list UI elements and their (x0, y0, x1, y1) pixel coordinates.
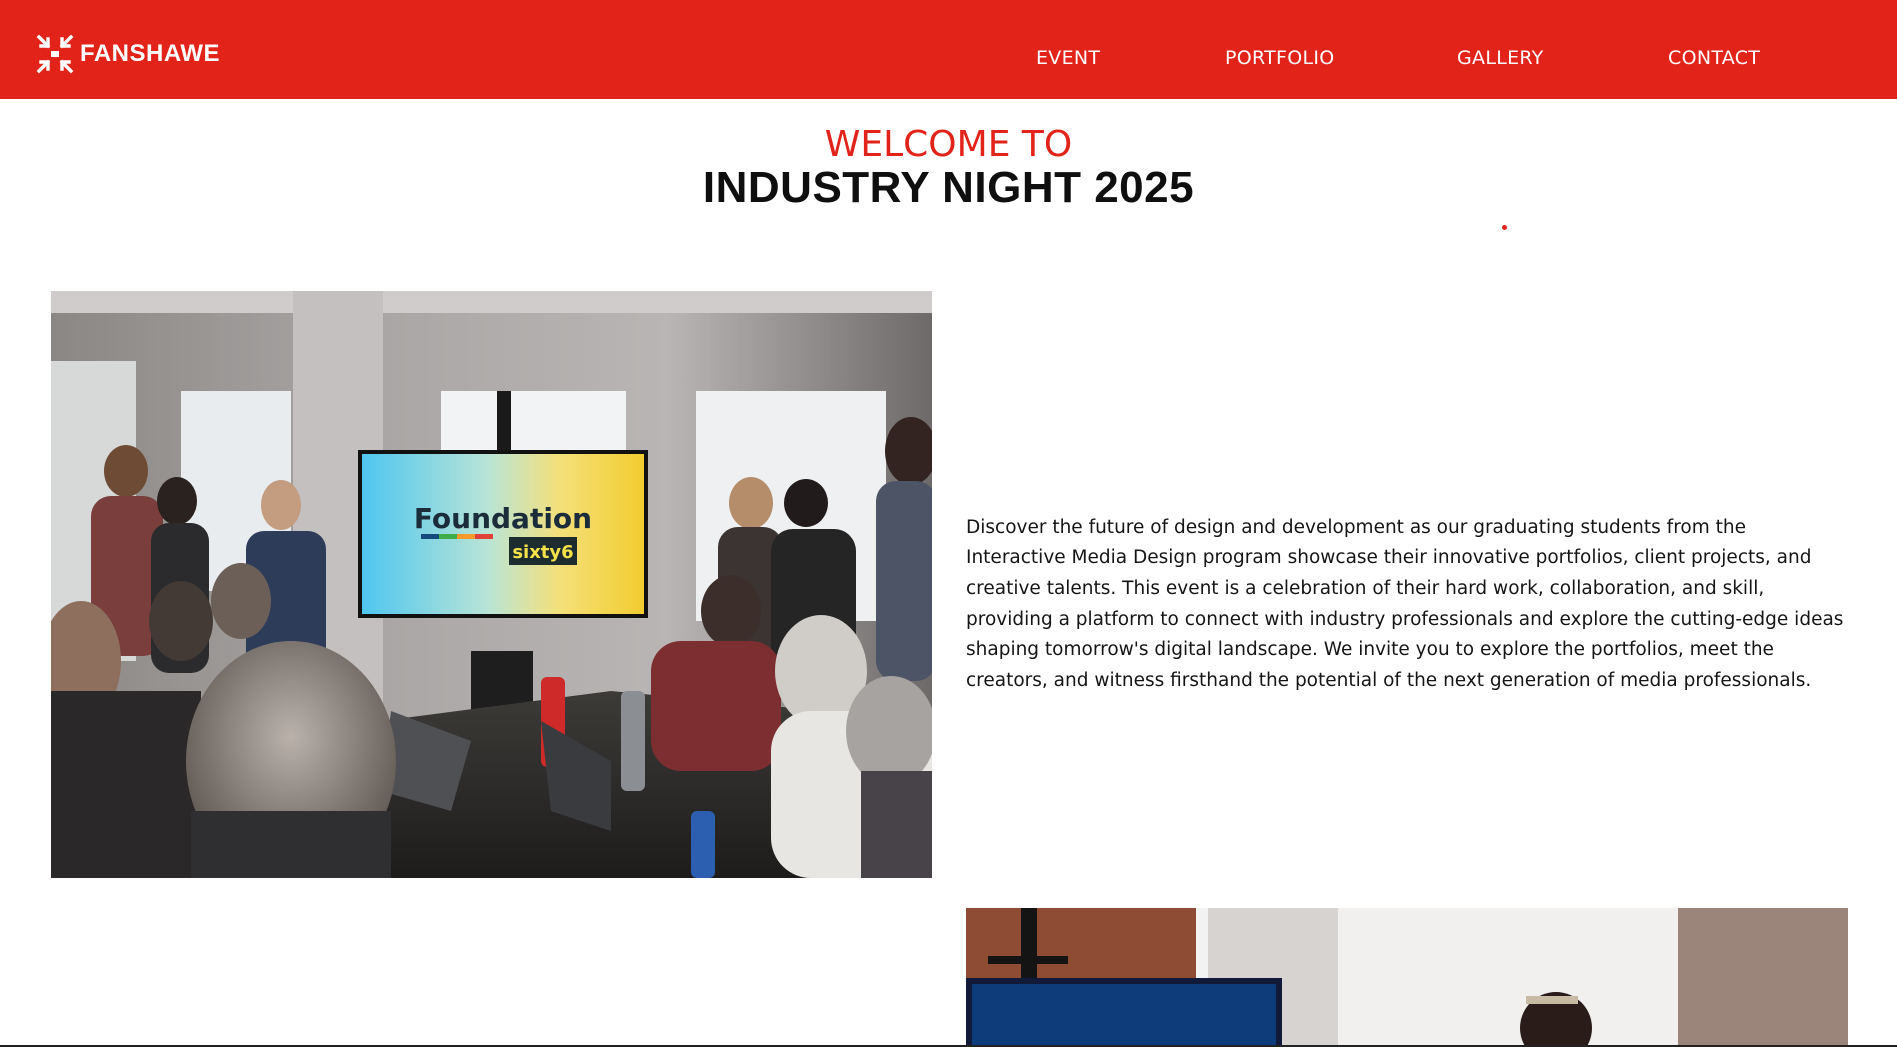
nav-gallery[interactable]: GALLERY (1457, 47, 1544, 69)
nav-event[interactable]: EVENT (1036, 47, 1100, 69)
event-photo: Foundation sixty6 (51, 291, 932, 878)
event-photo-secondary (966, 908, 1848, 1047)
decorative-dot (1502, 225, 1507, 230)
page-title: INDUSTRY NIGHT 2025 (702, 163, 1195, 212)
brand-name: FANSHAWE (80, 40, 221, 67)
event-description: Discover the future of design and develo… (966, 516, 1844, 692)
screen-subtitle: sixty6 (512, 542, 573, 563)
fanshawe-logo-icon (36, 34, 74, 74)
welcome-heading: WELCOME TO (824, 124, 1073, 165)
nav-contact[interactable]: CONTACT (1668, 47, 1760, 69)
site-header: FANSHAWE EVENT PORTFOLIO GALLERY CONTACT (0, 0, 1897, 99)
fanshawe-logo[interactable]: FANSHAWE (35, 33, 220, 75)
nav-portfolio[interactable]: PORTFOLIO (1225, 47, 1335, 69)
screen-title: Foundation (414, 502, 592, 535)
